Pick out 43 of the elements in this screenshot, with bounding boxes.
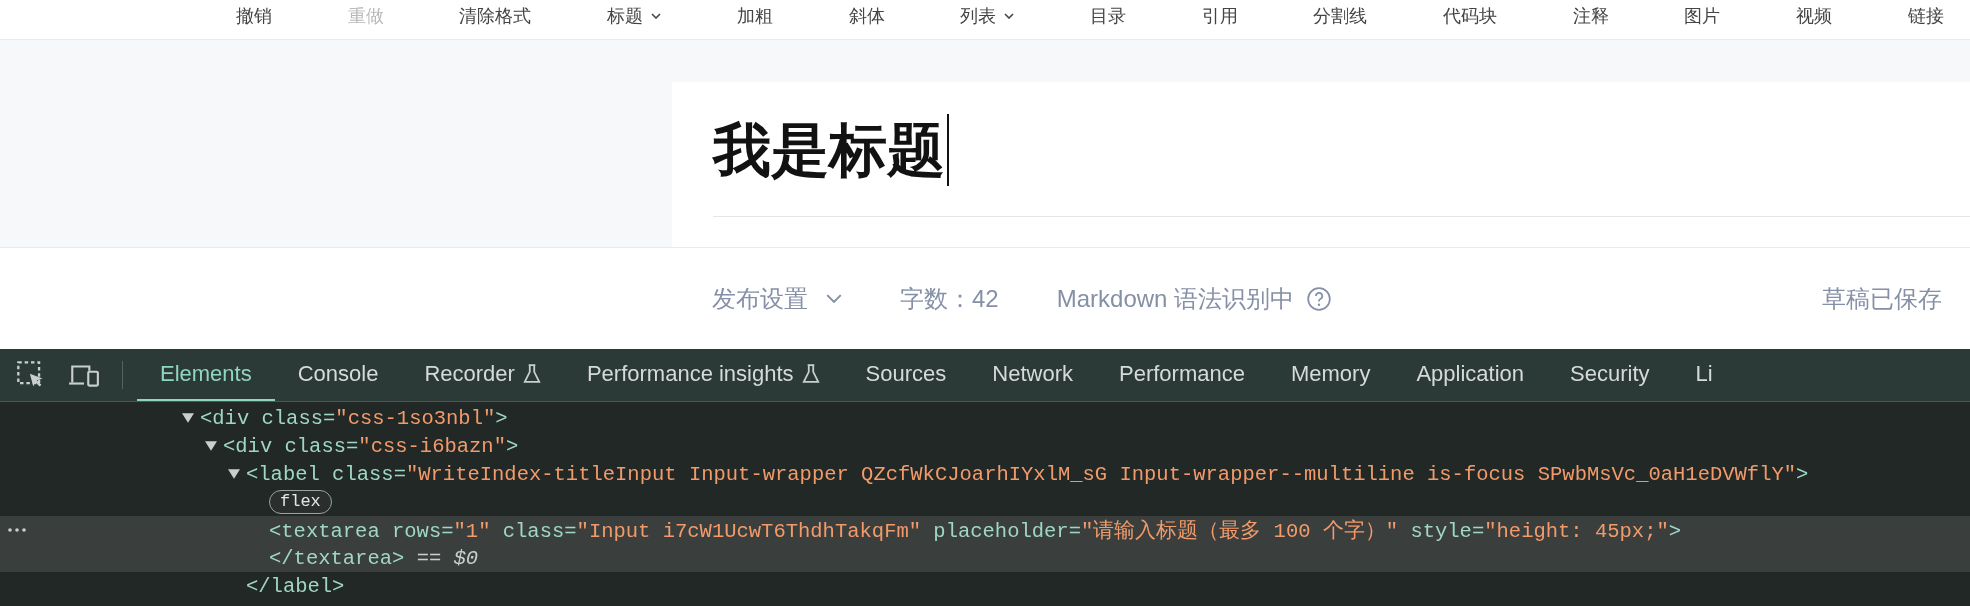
chevron-down-icon bbox=[826, 294, 842, 303]
closing-tag-line[interactable]: </label> bbox=[246, 574, 345, 598]
devtools-tab[interactable]: Memory bbox=[1267, 349, 1394, 401]
element-tag-line[interactable]: <label class="WriteIndex-titleInput Input-wrapper QZcfWkCJoarhIYxlM_sG Input-wrapper--multiline is-focus SPwbMsVc_0aH1eDVWflY"> bbox=[246, 462, 1809, 486]
word-count: 字数：42 bbox=[900, 283, 999, 314]
toolbar-button[interactable]: 清除格式 bbox=[453, 0, 538, 32]
toolbar-button[interactable]: 链接 bbox=[1901, 0, 1950, 32]
devtools-tab[interactable]: Console bbox=[274, 349, 402, 401]
help-icon[interactable] bbox=[1306, 285, 1333, 312]
title-input[interactable]: 我是标题 bbox=[713, 121, 945, 179]
devtools-tab[interactable]: Performance insights bbox=[563, 349, 843, 401]
devtools-tab[interactable]: Security bbox=[1547, 349, 1673, 401]
element-tag-line[interactable]: <div class="css-i6bazn"> bbox=[223, 434, 519, 458]
expanded-triangle-icon[interactable] bbox=[228, 468, 240, 480]
element-tag-line[interactable]: <div class="css-1so3nbl"> bbox=[200, 406, 508, 430]
save-status: 草稿已保存 bbox=[1822, 283, 1942, 314]
toolbar-button[interactable]: 目录 bbox=[1083, 0, 1132, 32]
devtools-tab[interactable]: Elements bbox=[137, 349, 275, 401]
closing-tag-line[interactable]: </textarea> == $0 bbox=[269, 546, 479, 570]
toolbar-button[interactable]: 引用 bbox=[1195, 0, 1244, 32]
devtools-tab[interactable]: Application bbox=[1393, 349, 1548, 401]
expanded-triangle-icon[interactable] bbox=[182, 412, 194, 424]
toolbar-button[interactable]: 加粗 bbox=[730, 0, 779, 32]
devtools-tab[interactable]: Network bbox=[969, 349, 1096, 401]
toolbar-button[interactable]: 撤销 bbox=[230, 0, 278, 32]
toolbar-button[interactable]: 代码块 bbox=[1437, 0, 1504, 32]
devtools-tab[interactable]: Recorder bbox=[401, 349, 564, 401]
toolbar-button[interactable]: 注释 bbox=[1566, 0, 1615, 32]
flex-badge[interactable]: flex bbox=[269, 490, 332, 514]
toolbar-button[interactable]: 列表 bbox=[954, 0, 1021, 32]
toolbar-button[interactable]: 标题 bbox=[601, 0, 668, 32]
toolbar-button[interactable]: 斜体 bbox=[842, 0, 891, 32]
devtools-tab[interactable]: Performance bbox=[1096, 349, 1268, 401]
more-icon[interactable] bbox=[8, 528, 26, 532]
markdown-status: Markdown 语法识别中 bbox=[1056, 283, 1295, 314]
devtools-tab[interactable]: Sources bbox=[842, 349, 970, 401]
toolbar-button[interactable]: 图片 bbox=[1678, 0, 1727, 32]
expanded-triangle-icon[interactable] bbox=[205, 440, 217, 452]
caret-icon bbox=[651, 13, 662, 19]
toolbar-button[interactable]: 分割线 bbox=[1307, 0, 1374, 32]
devtools-tab[interactable]: Li bbox=[1672, 349, 1736, 401]
toolbar-button[interactable]: 视频 bbox=[1790, 0, 1839, 32]
caret-icon bbox=[1004, 13, 1015, 19]
